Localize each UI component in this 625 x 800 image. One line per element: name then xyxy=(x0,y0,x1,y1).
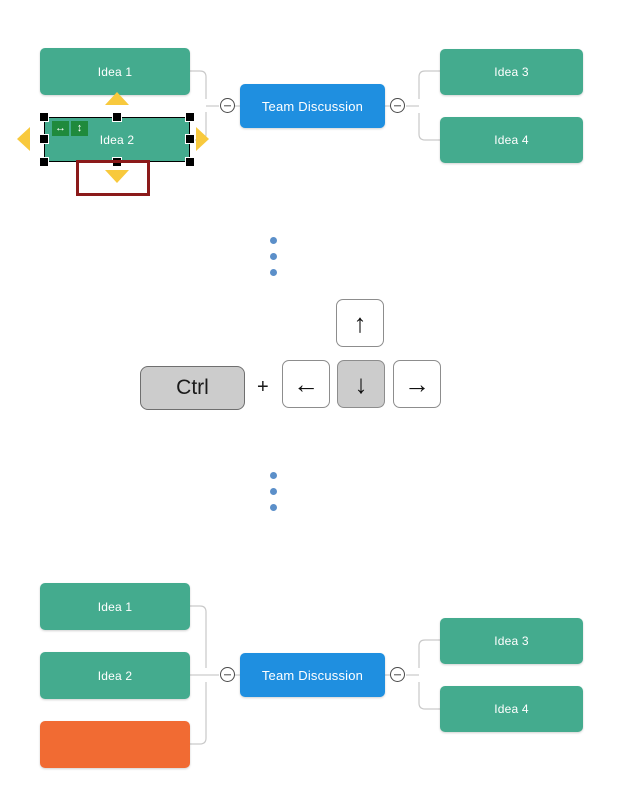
arrow-right-icon: → xyxy=(404,369,430,399)
collapse-toggle-right-top[interactable] xyxy=(390,98,405,113)
node-label: Idea 3 xyxy=(494,634,529,648)
ellipsis-dot xyxy=(270,472,277,479)
node-idea-1-bottom[interactable]: Idea 1 xyxy=(40,583,190,630)
ellipsis-dot xyxy=(270,237,277,244)
wire-b-idea3-to-hub xyxy=(190,682,207,745)
ellipsis-dot xyxy=(270,504,277,511)
move-left-arrow-icon[interactable] xyxy=(17,127,30,151)
ctrl-key[interactable]: Ctrl xyxy=(140,366,245,414)
key-lip xyxy=(286,405,326,413)
node-new-empty-bottom[interactable] xyxy=(40,721,190,768)
arrow-up-key[interactable]: ↑ xyxy=(336,299,384,352)
arrow-left-key[interactable]: ← xyxy=(282,360,330,413)
arrow-down-key[interactable]: ↓ xyxy=(337,360,385,408)
vertical-resize-glyph: ↕ xyxy=(76,122,83,134)
node-label: Idea 4 xyxy=(494,702,529,716)
ellipsis-dot xyxy=(270,269,277,276)
wire-b-hub-to-idea4 xyxy=(418,682,440,710)
ellipsis-dot xyxy=(270,488,277,495)
arrow-down-icon: ↓ xyxy=(354,369,368,399)
selection-handle-top-left[interactable] xyxy=(39,112,49,122)
key-lip xyxy=(144,407,241,414)
node-idea-2-bottom[interactable]: Idea 2 xyxy=(40,652,190,699)
selection-handle-bottom-right[interactable] xyxy=(185,157,195,167)
annotation-highlight-rect xyxy=(76,160,150,196)
collapse-toggle-left-bottom[interactable] xyxy=(220,667,235,682)
arrow-left-icon: ← xyxy=(293,369,319,399)
move-up-arrow-icon[interactable] xyxy=(105,92,129,105)
node-label: Idea 4 xyxy=(494,133,529,147)
node-idea-1-top[interactable]: Idea 1 xyxy=(40,48,190,95)
node-label: Team Discussion xyxy=(261,667,364,683)
ctrl-key-label: Ctrl xyxy=(176,376,209,399)
wire-hub-to-idea3 xyxy=(418,70,440,99)
ellipsis-dot xyxy=(270,253,277,260)
node-idea-3-top[interactable]: Idea 3 xyxy=(440,49,583,95)
horizontal-resize-icon[interactable]: ↔ xyxy=(52,121,69,136)
selection-handle-top-center[interactable] xyxy=(112,112,122,122)
collapse-toggle-left-top[interactable] xyxy=(220,98,235,113)
node-idea-3-bottom[interactable]: Idea 3 xyxy=(440,618,583,664)
node-label: Idea 3 xyxy=(494,65,529,79)
selection-handle-middle-left[interactable] xyxy=(39,134,49,144)
node-label: Idea 1 xyxy=(97,599,133,614)
node-idea-4-top[interactable]: Idea 4 xyxy=(440,117,583,163)
horizontal-resize-glyph: ↔ xyxy=(55,122,66,134)
selection-handle-middle-right[interactable] xyxy=(185,134,195,144)
selection-handle-top-right[interactable] xyxy=(185,112,195,122)
node-label: Team Discussion xyxy=(261,98,364,114)
wire-idea1-to-hub xyxy=(190,70,207,99)
node-idea-4-bottom[interactable]: Idea 4 xyxy=(440,686,583,732)
wire-b-hub-to-idea3 xyxy=(418,639,440,668)
vertical-resize-icon[interactable]: ↕ xyxy=(71,121,88,136)
arrow-right-key[interactable]: → xyxy=(393,360,441,413)
node-team-discussion-top[interactable]: Team Discussion xyxy=(240,84,385,128)
vertical-ellipsis-icon-top xyxy=(270,237,277,285)
plus-glyph: + xyxy=(257,376,269,398)
selection-handle-bottom-left[interactable] xyxy=(39,157,49,167)
screenshot-canvas: Idea 1 Idea 2 ↔ ↕ Team Discussion Idea 3… xyxy=(0,0,625,800)
key-lip xyxy=(397,405,437,413)
node-label: Idea 2 xyxy=(97,668,133,683)
key-lip xyxy=(340,344,380,352)
node-label: Idea 1 xyxy=(97,64,133,79)
vertical-ellipsis-icon-bottom xyxy=(270,472,277,520)
wire-b-idea1-to-hub xyxy=(190,605,207,668)
shortcut-plus-separator: + xyxy=(257,376,269,399)
wire-hub-to-idea4 xyxy=(418,113,440,141)
node-team-discussion-bottom[interactable]: Team Discussion xyxy=(240,653,385,697)
move-right-arrow-icon[interactable] xyxy=(196,127,209,151)
collapse-toggle-right-bottom[interactable] xyxy=(390,667,405,682)
arrow-up-icon: ↑ xyxy=(353,308,367,338)
